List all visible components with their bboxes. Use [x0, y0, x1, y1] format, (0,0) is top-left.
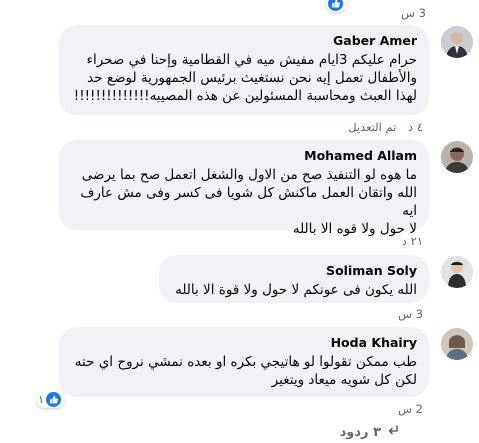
view-replies-link[interactable]: ٣ ردود [340, 424, 399, 440]
comment-time[interactable]: ٢١ د [402, 234, 423, 248]
replies-label: ٣ ردود [339, 424, 381, 440]
comment-author[interactable]: Mohamed Allam [71, 148, 417, 163]
avatar[interactable] [441, 26, 473, 58]
comment-time[interactable]: ٤ د [408, 120, 423, 134]
comment-bubble-mohamed: Mohamed Allam ما هوه لو التنفيذ صح من ال… [59, 140, 429, 237]
avatar[interactable] [441, 141, 473, 173]
comment-text: ما هوه لو التنفيذ صح من الاول والشغل اتع… [80, 167, 417, 237]
reaction-badge[interactable]: ١ [36, 390, 65, 408]
comment-author[interactable]: Gaber Amer [71, 33, 417, 48]
comment-bubble-hoda: Hoda Khairy طب ممكن تقولوا لو هاتيجي بكر… [59, 327, 429, 397]
comment-meta: ٢١ د [394, 234, 423, 248]
comment-author[interactable]: Hoda Khairy [71, 335, 417, 350]
edited-label: تم التعديل [348, 120, 397, 134]
comment-meta: 3 س [390, 307, 423, 321]
comment-author[interactable]: Soliman Soly [171, 263, 417, 278]
comment-bubble-gaber: Gaber Amer حرام عليكم 3ايام مفيش ميه في … [59, 25, 429, 115]
avatar[interactable] [441, 256, 473, 288]
top-comment-time[interactable]: 3 س [401, 6, 426, 20]
comment-text: طب ممكن تقولوا لو هاتيجي بكره او بعده نم… [74, 354, 417, 388]
like-icon [328, 0, 343, 11]
avatar[interactable] [441, 328, 473, 360]
comment-time[interactable]: 3 س [398, 307, 423, 321]
comment-meta: 2 س [390, 402, 423, 416]
comment-bubble-soliman: Soliman Soly الله يكون فى عونكم لا حول و… [159, 255, 429, 303]
comment-meta: ٤ د تم التعديل [340, 120, 423, 134]
like-icon [45, 391, 61, 407]
replies-arrow-icon [387, 424, 399, 440]
reaction-count: ١ [38, 392, 44, 406]
comment-text: الله يكون فى عونكم لا حول ولا قوة الا با… [175, 282, 417, 298]
comment-text: حرام عليكم 3ايام مفيش ميه في القطامية وإ… [73, 52, 417, 104]
reaction-badge[interactable] [326, 0, 347, 12]
comment-time[interactable]: 2 س [398, 402, 423, 416]
